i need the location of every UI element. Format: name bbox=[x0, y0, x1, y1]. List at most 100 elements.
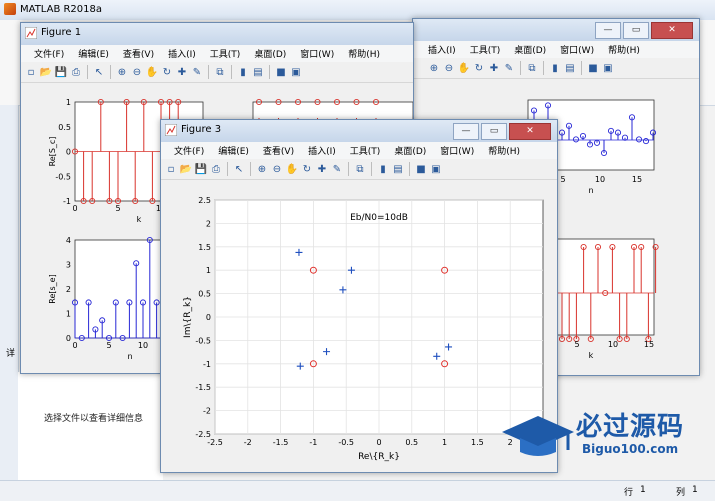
show-plot-tools-icon[interactable]: ▣ bbox=[601, 61, 615, 75]
minimize-button[interactable]: — bbox=[595, 22, 621, 39]
hide-plot-tools-icon[interactable]: ■ bbox=[414, 162, 428, 176]
zoom-out-icon[interactable]: ⊖ bbox=[130, 65, 144, 79]
x-tick-label: 10 bbox=[608, 340, 618, 349]
new-figure-icon[interactable]: ▫ bbox=[24, 65, 38, 79]
brush-icon[interactable]: ✎ bbox=[330, 162, 344, 176]
link-icon[interactable]: ⧉ bbox=[525, 61, 539, 75]
figure1-menubar: 文件(F) 编辑(E) 查看(V) 插入(I) 工具(T) 桌面(D) 窗口(W… bbox=[21, 45, 413, 62]
data-cursor-icon[interactable]: ✚ bbox=[315, 162, 329, 176]
open-icon[interactable]: 📂 bbox=[39, 65, 53, 79]
menu-help[interactable]: 帮助(H) bbox=[481, 142, 527, 159]
y-tick-label: -1 bbox=[203, 360, 211, 369]
menu-desktop[interactable]: 桌面(D) bbox=[247, 45, 293, 62]
menu-help[interactable]: 帮助(H) bbox=[341, 45, 387, 62]
print-icon[interactable]: ⎙ bbox=[69, 65, 83, 79]
zoom-in-icon[interactable]: ⊕ bbox=[255, 162, 269, 176]
maximize-button[interactable]: ▭ bbox=[623, 22, 649, 39]
x-tick-label: 0.5 bbox=[405, 438, 418, 447]
pan-icon[interactable]: ✋ bbox=[457, 61, 471, 75]
matlab-statusbar: 行 1 列 1 bbox=[0, 480, 715, 501]
select-arrow-icon[interactable]: ↖ bbox=[92, 65, 106, 79]
menu-window[interactable]: 窗口(W) bbox=[433, 142, 481, 159]
menu-view[interactable]: 查看(V) bbox=[116, 45, 161, 62]
status-row-label: 行 bbox=[624, 488, 634, 498]
menu-tools[interactable]: 工具(T) bbox=[463, 41, 508, 58]
menu-insert[interactable]: 插入(I) bbox=[301, 142, 343, 159]
figure-right-toolbar: ⊕ ⊖ ✋ ↻ ✚ ✎ ⧉ ▮ ▤ ■ ▣ bbox=[413, 58, 699, 79]
colorbar-icon[interactable]: ▮ bbox=[236, 65, 250, 79]
data-cursor-icon[interactable]: ✚ bbox=[175, 65, 189, 79]
menu-desktop[interactable]: 桌面(D) bbox=[507, 41, 553, 58]
menu-edit[interactable]: 编辑(E) bbox=[71, 45, 116, 62]
zoom-in-icon[interactable]: ⊕ bbox=[427, 61, 441, 75]
menu-desktop[interactable]: 桌面(D) bbox=[387, 142, 433, 159]
show-plot-tools-icon[interactable]: ▣ bbox=[289, 65, 303, 79]
colorbar-icon[interactable]: ▮ bbox=[548, 61, 562, 75]
menu-insert[interactable]: 插入(I) bbox=[421, 41, 463, 58]
x-tick-label: 10 bbox=[595, 175, 605, 184]
zoom-out-icon[interactable]: ⊖ bbox=[442, 61, 456, 75]
menu-tools[interactable]: 工具(T) bbox=[343, 142, 388, 159]
legend-icon[interactable]: ▤ bbox=[563, 61, 577, 75]
y-tick-label: 0.5 bbox=[58, 123, 71, 132]
colorbar-icon[interactable]: ▮ bbox=[376, 162, 390, 176]
select-arrow-icon[interactable]: ↖ bbox=[232, 162, 246, 176]
watermark-site: Biguo100.com bbox=[582, 442, 679, 456]
x-axis-label: k bbox=[137, 215, 142, 224]
pan-icon[interactable]: ✋ bbox=[145, 65, 159, 79]
brush-icon[interactable]: ✎ bbox=[502, 61, 516, 75]
x-tick-label: 5 bbox=[106, 341, 111, 350]
rotate-icon[interactable]: ↻ bbox=[300, 162, 314, 176]
rotate-icon[interactable]: ↻ bbox=[472, 61, 486, 75]
link-icon[interactable]: ⧉ bbox=[353, 162, 367, 176]
menu-tools[interactable]: 工具(T) bbox=[203, 45, 248, 62]
hide-plot-tools-icon[interactable]: ■ bbox=[586, 61, 600, 75]
close-button[interactable]: ✕ bbox=[509, 123, 551, 140]
x-tick-label: 5 bbox=[115, 204, 120, 213]
menu-edit[interactable]: 编辑(E) bbox=[211, 142, 256, 159]
save-icon[interactable]: 💾 bbox=[194, 162, 208, 176]
zoom-in-icon[interactable]: ⊕ bbox=[115, 65, 129, 79]
x-tick-label: 15 bbox=[632, 175, 642, 184]
x-tick-label: -1 bbox=[309, 438, 317, 447]
figure-right-titlebar: — ▭ ✕ bbox=[413, 19, 699, 41]
y-axis-label: Re[s_e] bbox=[48, 274, 57, 303]
status-col-value: 1 bbox=[692, 485, 698, 495]
x-tick-label: -0.5 bbox=[338, 438, 354, 447]
zoom-out-icon[interactable]: ⊖ bbox=[270, 162, 284, 176]
y-tick-label: -2 bbox=[203, 407, 211, 416]
menu-file[interactable]: 文件(F) bbox=[27, 45, 71, 62]
menu-view[interactable]: 查看(V) bbox=[256, 142, 301, 159]
close-button[interactable]: ✕ bbox=[651, 22, 693, 39]
menu-help[interactable]: 帮助(H) bbox=[601, 41, 647, 58]
figure3-menubar: 文件(F) 编辑(E) 查看(V) 插入(I) 工具(T) 桌面(D) 窗口(W… bbox=[161, 142, 557, 159]
legend-icon[interactable]: ▤ bbox=[251, 65, 265, 79]
pan-icon[interactable]: ✋ bbox=[285, 162, 299, 176]
y-axis-label: Re[S_c] bbox=[48, 137, 57, 167]
x-tick-label: 15 bbox=[644, 340, 654, 349]
menu-window[interactable]: 窗口(W) bbox=[553, 41, 601, 58]
menu-file[interactable]: 文件(F) bbox=[167, 142, 211, 159]
x-axis-label: n bbox=[127, 352, 132, 361]
y-tick-label: 1.5 bbox=[198, 243, 211, 252]
rotate-icon[interactable]: ↻ bbox=[160, 65, 174, 79]
link-icon[interactable]: ⧉ bbox=[213, 65, 227, 79]
show-plot-tools-icon[interactable]: ▣ bbox=[429, 162, 443, 176]
print-icon[interactable]: ⎙ bbox=[209, 162, 223, 176]
new-figure-icon[interactable]: ▫ bbox=[164, 162, 178, 176]
graduation-cap-logo bbox=[502, 416, 574, 456]
data-cursor-icon[interactable]: ✚ bbox=[487, 61, 501, 75]
menu-window[interactable]: 窗口(W) bbox=[293, 45, 341, 62]
open-icon[interactable]: 📂 bbox=[179, 162, 193, 176]
figure-icon bbox=[165, 124, 177, 136]
details-hint: 选择文件以查看详细信息 bbox=[44, 414, 144, 424]
maximize-button[interactable]: ▭ bbox=[481, 123, 507, 140]
brush-icon[interactable]: ✎ bbox=[190, 65, 204, 79]
save-icon[interactable]: 💾 bbox=[54, 65, 68, 79]
minimize-button[interactable]: — bbox=[453, 123, 479, 140]
figure3-titlebar: Figure 3 — ▭ ✕ bbox=[161, 120, 557, 142]
hide-plot-tools-icon[interactable]: ■ bbox=[274, 65, 288, 79]
x-tick-label: 0 bbox=[376, 438, 381, 447]
menu-insert[interactable]: 插入(I) bbox=[161, 45, 203, 62]
legend-icon[interactable]: ▤ bbox=[391, 162, 405, 176]
